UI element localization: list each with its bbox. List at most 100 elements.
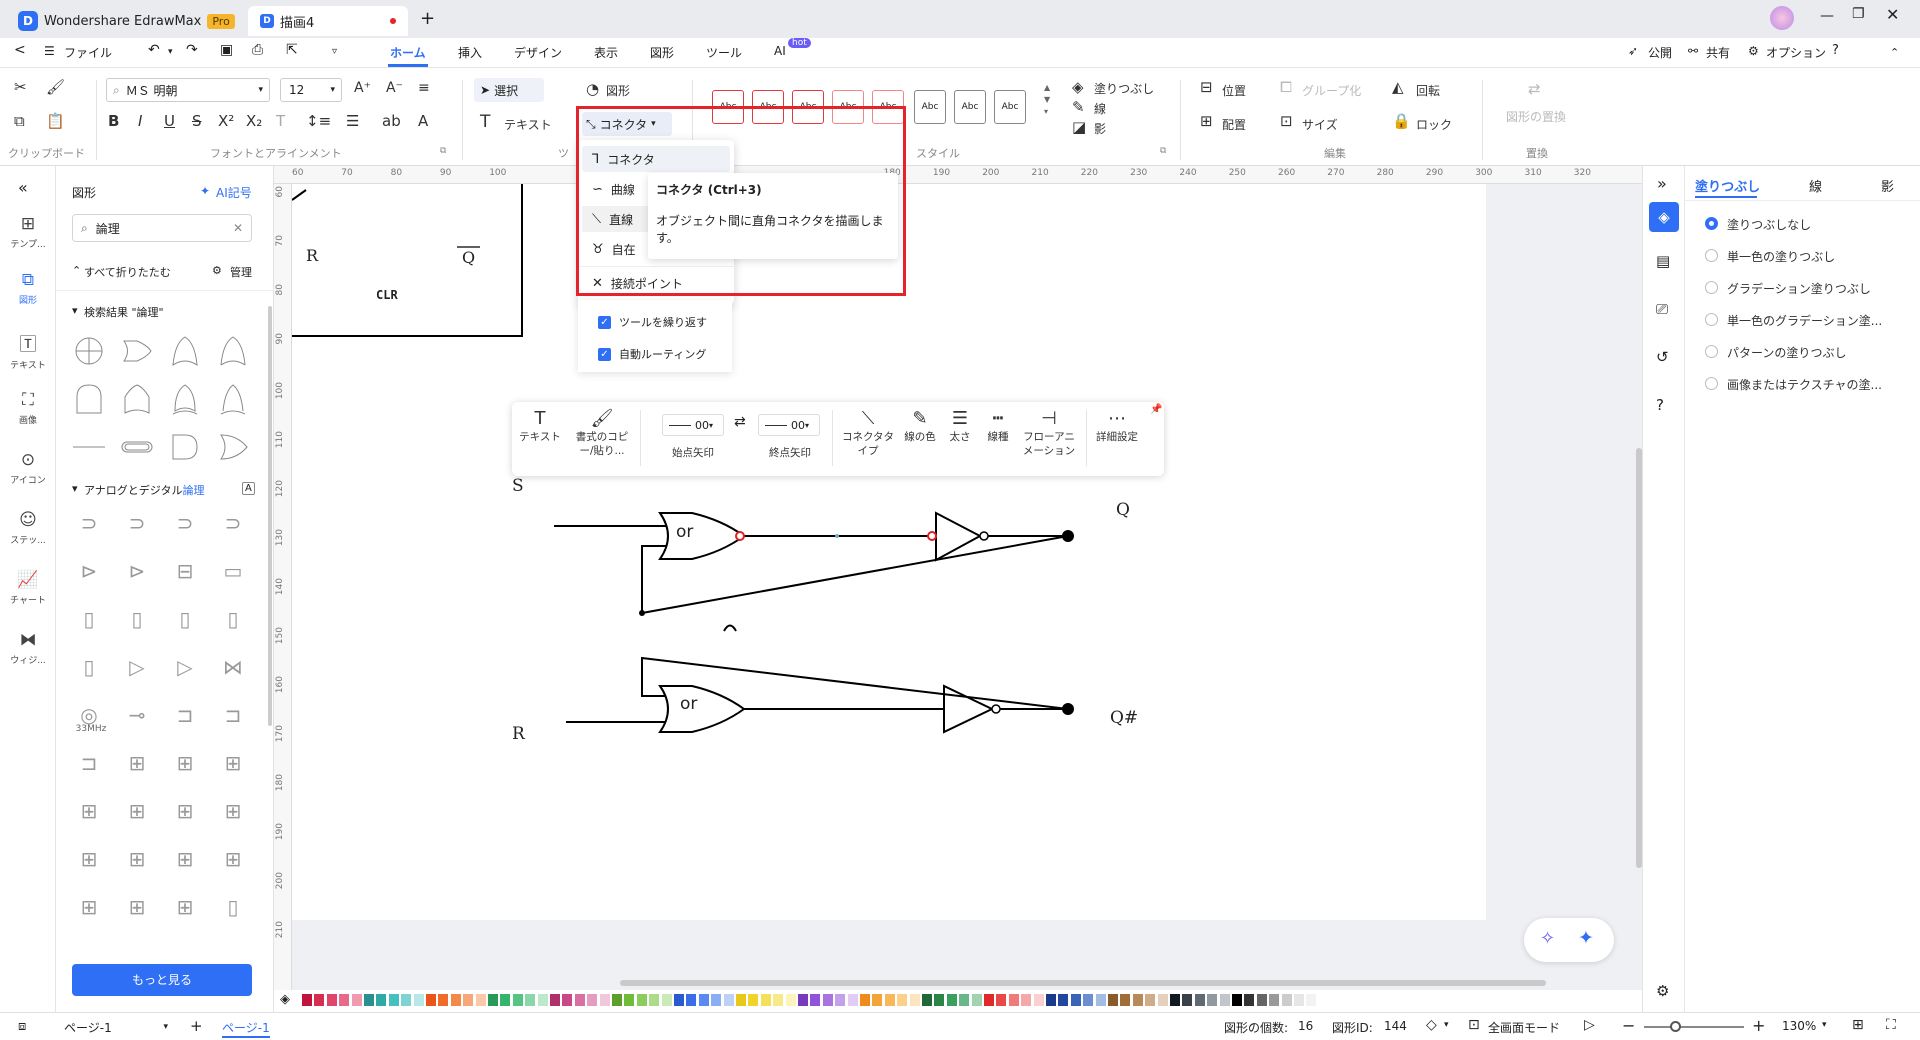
color-swatch[interactable] (984, 994, 994, 1006)
fit-page-icon[interactable]: ⊞ (1852, 1017, 1864, 1033)
options-button[interactable]: オプション (1766, 44, 1826, 61)
color-swatch[interactable] (1070, 994, 1081, 1006)
publish-icon[interactable]: ➶ (1628, 44, 1638, 58)
superscript-icon[interactable]: X² (218, 112, 234, 130)
page-select[interactable]: ページ-1 ▾ (58, 1017, 168, 1037)
color-swatch[interactable] (562, 994, 573, 1006)
style-sample-6[interactable]: Abc (914, 90, 946, 124)
shape-button[interactable]: 図形 (606, 82, 630, 99)
float-connector-type-button[interactable]: ⟍ コネクタタイプ (838, 410, 898, 458)
decrease-font-icon[interactable]: A⁻ (386, 80, 403, 96)
shape-analog-digital-10[interactable]: ▯ (166, 600, 204, 638)
collapse-all-button[interactable]: すべて折りたたむ (84, 264, 171, 280)
auto-routing-checkbox[interactable]: ✓ 自動ルーティング (598, 346, 706, 362)
shape-analog-digital-28[interactable]: ⊞ (70, 840, 108, 878)
save-icon[interactable]: ▣ (220, 42, 233, 58)
line-icon[interactable]: ✎ (1072, 98, 1085, 116)
color-swatch[interactable] (376, 994, 387, 1006)
fullscreen-button[interactable]: 全画面モード (1488, 1019, 1560, 1036)
shape-analog-digital-5[interactable]: ⊳ (118, 552, 156, 590)
zoom-in-icon[interactable]: + (1752, 1016, 1765, 1035)
line-button[interactable]: 線 (1094, 100, 1106, 117)
end-arrow-select[interactable]: 00 ▾ (758, 414, 820, 436)
shape-analog-digital-35[interactable]: ▯ (214, 888, 252, 926)
color-swatch[interactable] (1182, 994, 1193, 1006)
color-swatch[interactable] (872, 994, 883, 1006)
color-swatch[interactable] (649, 994, 660, 1006)
tab-line[interactable]: 線 (1809, 176, 1822, 195)
color-swatch[interactable] (736, 994, 746, 1006)
ai-symbol-button[interactable]: AI記号 (216, 184, 252, 201)
color-swatch[interactable] (897, 994, 908, 1006)
color-swatch[interactable] (574, 994, 585, 1006)
sidebar-item-widget[interactable]: ⧓ ウィジ... (0, 630, 56, 666)
color-swatch[interactable] (785, 994, 796, 1006)
close-icon[interactable]: ✕ (1886, 5, 1899, 24)
shadow-button[interactable]: 影 (1094, 120, 1106, 137)
color-swatch[interactable] (760, 994, 771, 1006)
shape-or-gate[interactable] (118, 332, 156, 370)
font-color-icon[interactable]: A (418, 112, 428, 130)
tab-tools[interactable]: ツール (706, 44, 742, 61)
shape-or-vertical[interactable] (118, 380, 156, 418)
shape-analog-digital-13[interactable]: ▷ (118, 648, 156, 686)
expand-right-icon[interactable]: » (1657, 174, 1667, 193)
color-swatch[interactable] (1046, 994, 1056, 1006)
tab-view[interactable]: 表示 (594, 44, 618, 61)
back-icon[interactable]: < (14, 42, 26, 58)
color-swatch[interactable] (884, 994, 895, 1006)
shape-analog-digital-32[interactable]: ⊞ (70, 888, 108, 926)
color-swatch[interactable] (1108, 994, 1118, 1006)
shape-arch-2[interactable] (214, 332, 252, 370)
color-swatch[interactable] (525, 994, 536, 1006)
bold-icon[interactable]: B (108, 112, 119, 130)
color-swatch[interactable] (612, 994, 622, 1006)
shape-analog-digital-14[interactable]: ▷ (166, 648, 204, 686)
ai-symbol-icon[interactable]: ✦ (200, 184, 210, 198)
shape-xor-1[interactable] (166, 380, 204, 418)
color-swatch[interactable] (463, 994, 474, 1006)
color-swatch[interactable] (1157, 994, 1168, 1006)
new-tab-button[interactable]: + (420, 8, 435, 29)
shape-analog-digital-4[interactable]: ⊳ (70, 552, 108, 590)
shape-and-vertical[interactable] (70, 380, 108, 418)
section-expand-icon[interactable]: ▾ (72, 304, 78, 317)
copy-icon[interactable]: ⧉ (14, 112, 25, 130)
sidebar-item-text[interactable]: 🅃 テキスト (0, 330, 56, 371)
help-icon[interactable]: ? (1832, 43, 1839, 58)
size-button[interactable]: サイズ (1302, 116, 1338, 133)
sidebar-item-templates[interactable]: ⊞ テンプ... (0, 214, 56, 250)
shape-analog-digital-1[interactable]: ⊃ (118, 504, 156, 542)
shape-analog-digital-17[interactable]: ⊸ (118, 696, 156, 734)
manage-button[interactable]: 管理 (230, 264, 252, 280)
maximize-icon[interactable]: ❐ (1852, 6, 1865, 22)
collapse-ribbon-icon[interactable]: ⌃ (1890, 46, 1899, 59)
color-swatch[interactable] (599, 994, 610, 1006)
shape-or-gate-2[interactable] (214, 428, 252, 466)
color-swatch[interactable] (512, 994, 523, 1006)
start-arrow-select[interactable]: 00 ▾ (662, 414, 724, 436)
color-swatch[interactable] (1207, 994, 1218, 1006)
sidebar-item-image[interactable]: ⛶ 画像 (0, 390, 56, 426)
color-swatch[interactable] (909, 994, 920, 1006)
color-swatch[interactable] (773, 994, 784, 1006)
history-icon[interactable]: ↺ (1656, 348, 1669, 366)
color-swatch[interactable] (1219, 994, 1230, 1006)
color-swatch[interactable] (426, 994, 436, 1006)
share-icon[interactable]: ⚯ (1688, 44, 1698, 58)
color-swatch[interactable] (996, 994, 1007, 1006)
tab-fill[interactable]: 塗りつぶし (1695, 176, 1760, 195)
format-painter-icon[interactable]: 🖌 (46, 78, 65, 96)
expand-icon[interactable]: ⧉ (440, 146, 446, 156)
avatar[interactable] (1770, 6, 1794, 30)
gear-icon[interactable]: ⚙ (1656, 982, 1669, 1000)
color-swatch[interactable] (1306, 994, 1317, 1006)
shape-line[interactable] (70, 428, 108, 466)
radio-image-fill[interactable] (1705, 377, 1718, 390)
pin-icon[interactable]: 📌 (1150, 404, 1162, 415)
shape-analog-digital-22[interactable]: ⊞ (166, 744, 204, 782)
page-panel-icon[interactable]: ▤ (1656, 252, 1670, 270)
color-swatch[interactable] (946, 994, 957, 1006)
color-swatch[interactable] (847, 994, 858, 1006)
lock-button[interactable]: ロック (1416, 116, 1452, 133)
